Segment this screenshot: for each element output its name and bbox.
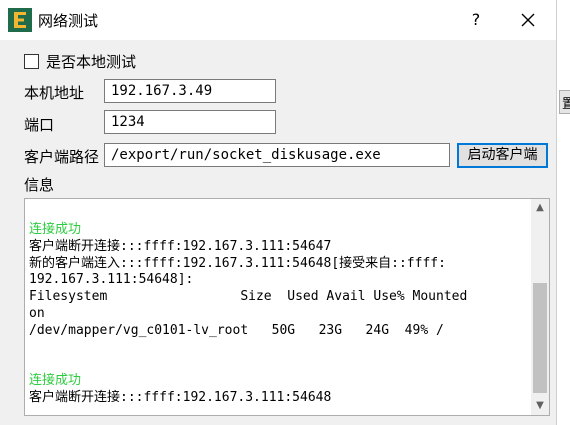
window-title: 网络测试 bbox=[38, 12, 99, 30]
close-button[interactable] bbox=[508, 6, 548, 34]
network-test-dialog: 网络测试 ? 是否本地测试 本机地址 192.167.3.49 端口 1234 … bbox=[0, 0, 556, 425]
host-input[interactable]: 192.167.3.49 bbox=[104, 79, 276, 103]
background-window: 置 bbox=[556, 0, 570, 425]
background-window-button-label: 置 bbox=[562, 93, 570, 112]
log-line: /dev/mapper/vg_c0101-lv_root 50G 23G 24G… bbox=[29, 322, 444, 338]
close-icon bbox=[521, 13, 535, 27]
info-label: 信息 bbox=[24, 176, 55, 194]
local-test-checkbox[interactable] bbox=[24, 54, 39, 69]
background-window-button[interactable]: 置 bbox=[559, 90, 570, 114]
start-client-button[interactable]: 启动客户端 bbox=[457, 143, 548, 168]
help-button[interactable]: ? bbox=[462, 6, 490, 34]
client-path-input[interactable]: /export/run/socket_diskusage.exe bbox=[104, 143, 450, 167]
log-scrollbar[interactable]: ▲ ▼ bbox=[531, 199, 549, 415]
client-path-label: 客户端路径 bbox=[24, 148, 100, 166]
log-line: 192.167.3.111:54648]: bbox=[29, 272, 194, 288]
title-bar: 网络测试 ? bbox=[0, 0, 556, 40]
scroll-down-arrow-icon[interactable]: ▼ bbox=[531, 397, 549, 415]
log-line: 新的客户端连入:::ffff:192.167.3.111:54648[接受来自:… bbox=[29, 255, 446, 271]
scroll-up-arrow-icon[interactable]: ▲ bbox=[531, 199, 549, 217]
port-input[interactable]: 1234 bbox=[104, 110, 276, 134]
log-line-success: 连接成功 bbox=[29, 373, 82, 389]
log-line: 客户端断开连接:::ffff:192.167.3.111:54648 bbox=[29, 389, 332, 405]
log-lines: 连接成功 客户端断开连接:::ffff:192.167.3.111:54647 新的… bbox=[29, 222, 523, 407]
log-line-success: 连接成功 bbox=[29, 222, 82, 237]
info-log-area[interactable]: 连接成功 客户端断开连接:::ffff:192.167.3.111:54647 新的… bbox=[24, 198, 550, 416]
local-test-label: 是否本地测试 bbox=[46, 53, 137, 71]
log-line: on bbox=[29, 305, 45, 321]
port-label: 端口 bbox=[24, 116, 55, 134]
scroll-thumb[interactable] bbox=[533, 283, 547, 393]
app-logo-icon bbox=[8, 8, 32, 32]
log-line: Filesystem Size Used Avail Use% Mounted bbox=[29, 289, 468, 305]
log-line: 客户端断开连接:::ffff:192.167.3.111:54647 bbox=[29, 238, 332, 254]
host-label: 本机地址 bbox=[24, 84, 85, 102]
